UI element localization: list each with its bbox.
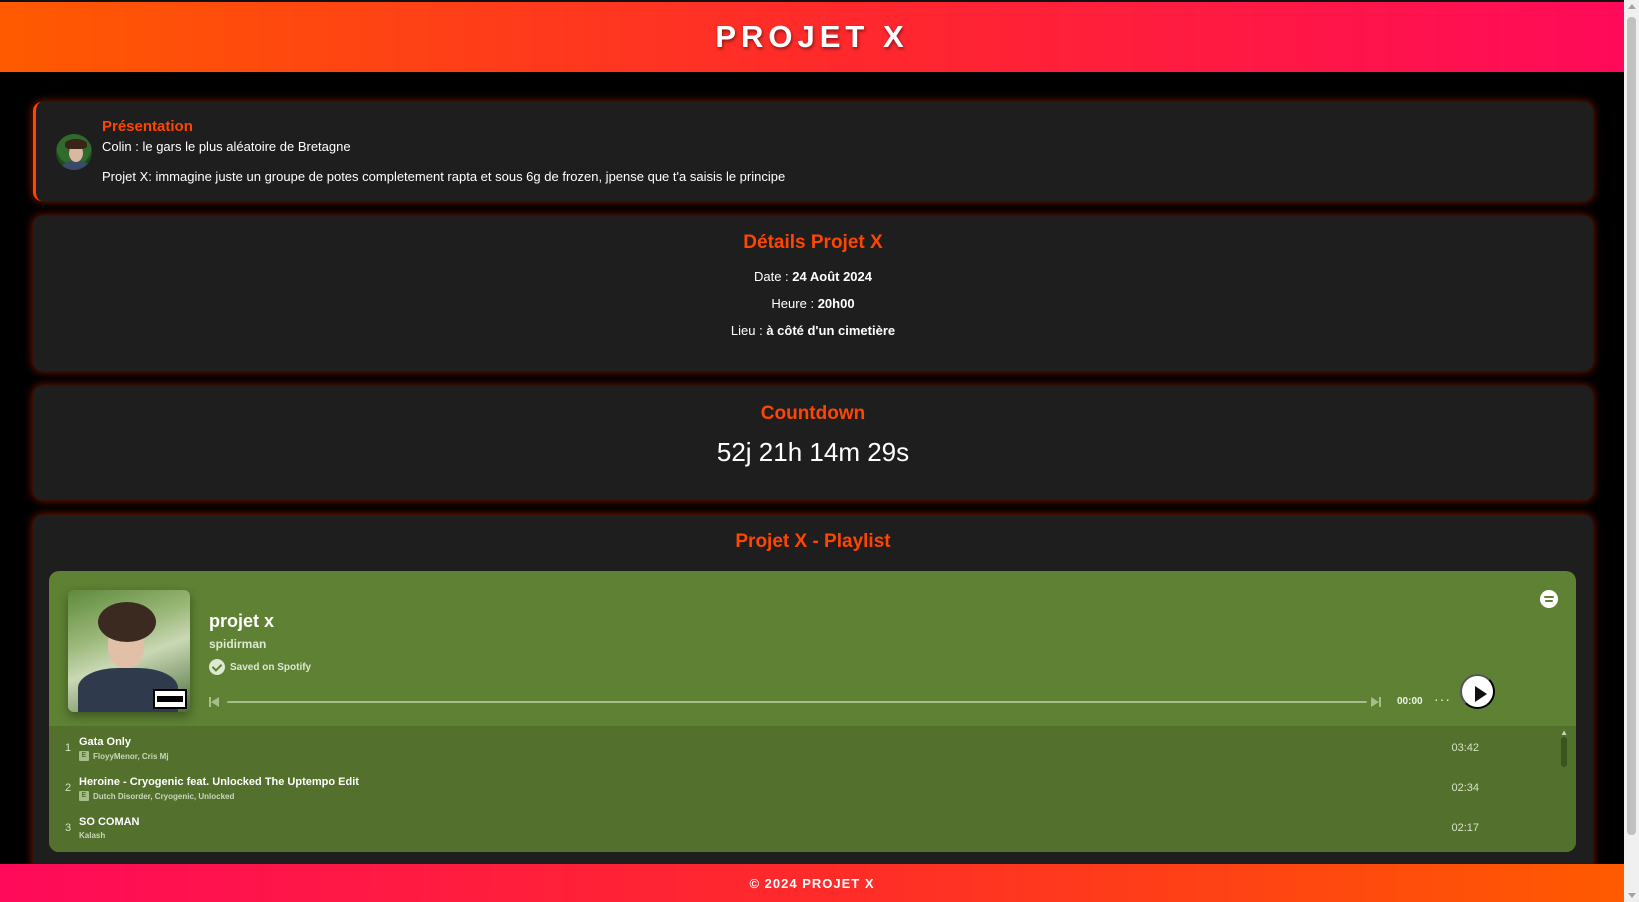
track-duration: 02:17 xyxy=(1451,822,1479,834)
track-number: 3 xyxy=(65,822,72,834)
countdown-card: Countdown 52j 21h 14m 29s xyxy=(33,386,1593,500)
scroll-down-arrow-icon[interactable] xyxy=(1628,893,1636,898)
playlist-card: Projet X - Playlist projet x spidirman S… xyxy=(33,515,1593,902)
check-icon xyxy=(209,659,225,675)
saved-label: Saved on Spotify xyxy=(230,661,312,673)
track-number: 1 xyxy=(65,742,72,754)
scroll-up-arrow-icon[interactable] xyxy=(1628,4,1636,9)
track-artists: Kalash xyxy=(79,831,106,840)
detail-time-label: Heure : xyxy=(771,296,815,311)
track-artists: Dutch Disorder, Cryogenic, Unlocked xyxy=(93,791,235,801)
track-meta: Kalash xyxy=(79,831,105,840)
footer-copyright: © 2024 PROJET X xyxy=(749,875,875,891)
track-row[interactable]: 2 Heroine - Cryogenic feat. Unlocked The… xyxy=(49,772,1499,806)
track-row[interactable]: 3 SO COMAN Kalash 02:17 xyxy=(49,812,1499,846)
page: PROJET X Présentation Colin : le gars le… xyxy=(0,0,1624,902)
site-footer: © 2024 PROJET X xyxy=(0,864,1624,902)
track-row[interactable]: 1 Gata Only E FloyyMenor, Cris Mj 03:42 xyxy=(49,732,1499,766)
explicit-icon: E xyxy=(79,791,89,801)
track-meta: E Dutch Disorder, Cryogenic, Unlocked xyxy=(79,791,234,801)
playlist-heading: Projet X - Playlist xyxy=(735,531,891,552)
track-title: Heroine - Cryogenic feat. Unlocked The U… xyxy=(79,776,359,788)
presentation-line-1: Colin : le gars le plus aléatoire de Bre… xyxy=(102,139,351,154)
details-card: Détails Projet X Date : 24 Août 2024 Heu… xyxy=(33,216,1593,371)
avatar-shirt xyxy=(62,161,90,170)
presentation-card: Présentation Colin : le gars le plus alé… xyxy=(33,102,1593,201)
playlist-title[interactable]: projet x xyxy=(209,611,274,632)
track-title: Gata Only xyxy=(79,736,131,748)
avatar-hair xyxy=(65,139,87,149)
detail-date-label: Date : xyxy=(753,269,789,284)
track-duration: 02:34 xyxy=(1451,782,1479,794)
playlist-owner[interactable]: spidirman xyxy=(209,637,266,651)
explicit-icon: E xyxy=(79,751,89,761)
detail-date: Date : 24 Août 2024 xyxy=(33,269,1593,284)
presentation-line-2: Projet X: immagine juste un groupe de po… xyxy=(102,169,786,184)
cover-hair xyxy=(98,602,156,642)
site-header: PROJET X xyxy=(0,0,1624,72)
detail-place-value: à côté d'un cimetière xyxy=(766,323,896,338)
play-button[interactable] xyxy=(1460,674,1495,709)
detail-place: Lieu : à côté d'un cimetière xyxy=(33,323,1593,338)
spotify-header: projet x spidirman Saved on Spotify 00:0… xyxy=(49,571,1576,731)
parental-advisory-icon xyxy=(153,689,187,709)
track-artists: FloyyMenor, Cris Mj xyxy=(93,751,169,761)
spotify-logo-icon[interactable] xyxy=(1540,590,1558,608)
avatar xyxy=(54,132,94,172)
previous-track-icon[interactable] xyxy=(209,697,219,707)
scrollbar-thumb[interactable] xyxy=(1627,17,1636,835)
countdown-heading: Countdown xyxy=(760,403,866,424)
detail-time: Heure : 20h00 xyxy=(33,296,1593,311)
track-list-scrollbar[interactable] xyxy=(1561,737,1567,767)
track-duration: 03:42 xyxy=(1451,742,1479,754)
site-title: PROJET X xyxy=(715,19,909,54)
presentation-heading: Présentation xyxy=(102,118,193,135)
next-track-icon[interactable] xyxy=(1371,697,1381,707)
more-options-icon[interactable]: ··· xyxy=(1434,691,1451,707)
track-title: SO COMAN xyxy=(79,816,140,828)
playlist-cover-image[interactable] xyxy=(68,590,190,712)
page-scrollbar[interactable] xyxy=(1624,0,1639,902)
spotify-embed: projet x spidirman Saved on Spotify 00:0… xyxy=(49,571,1576,852)
scroll-up-icon[interactable]: ▲ xyxy=(1560,728,1568,737)
track-meta: E FloyyMenor, Cris Mj xyxy=(79,751,169,761)
browser-viewport: PROJET X Présentation Colin : le gars le… xyxy=(0,0,1639,902)
saved-status[interactable]: Saved on Spotify xyxy=(209,659,311,675)
track-number: 2 xyxy=(65,782,72,794)
current-time: 00:00 xyxy=(1397,696,1423,707)
countdown-value: 52j 21h 14m 29s xyxy=(716,437,910,467)
details-heading: Détails Projet X xyxy=(743,232,883,253)
track-list: ▲ 1 Gata Only E FloyyMenor, Cris Mj 03:4… xyxy=(49,726,1576,852)
progress-bar[interactable] xyxy=(227,701,1367,703)
detail-place-label: Lieu : xyxy=(730,323,763,338)
detail-time-value: 20h00 xyxy=(817,296,855,311)
detail-date-value: 24 Août 2024 xyxy=(792,269,873,284)
presentation-text: Présentation Colin : le gars le plus alé… xyxy=(102,118,1573,185)
